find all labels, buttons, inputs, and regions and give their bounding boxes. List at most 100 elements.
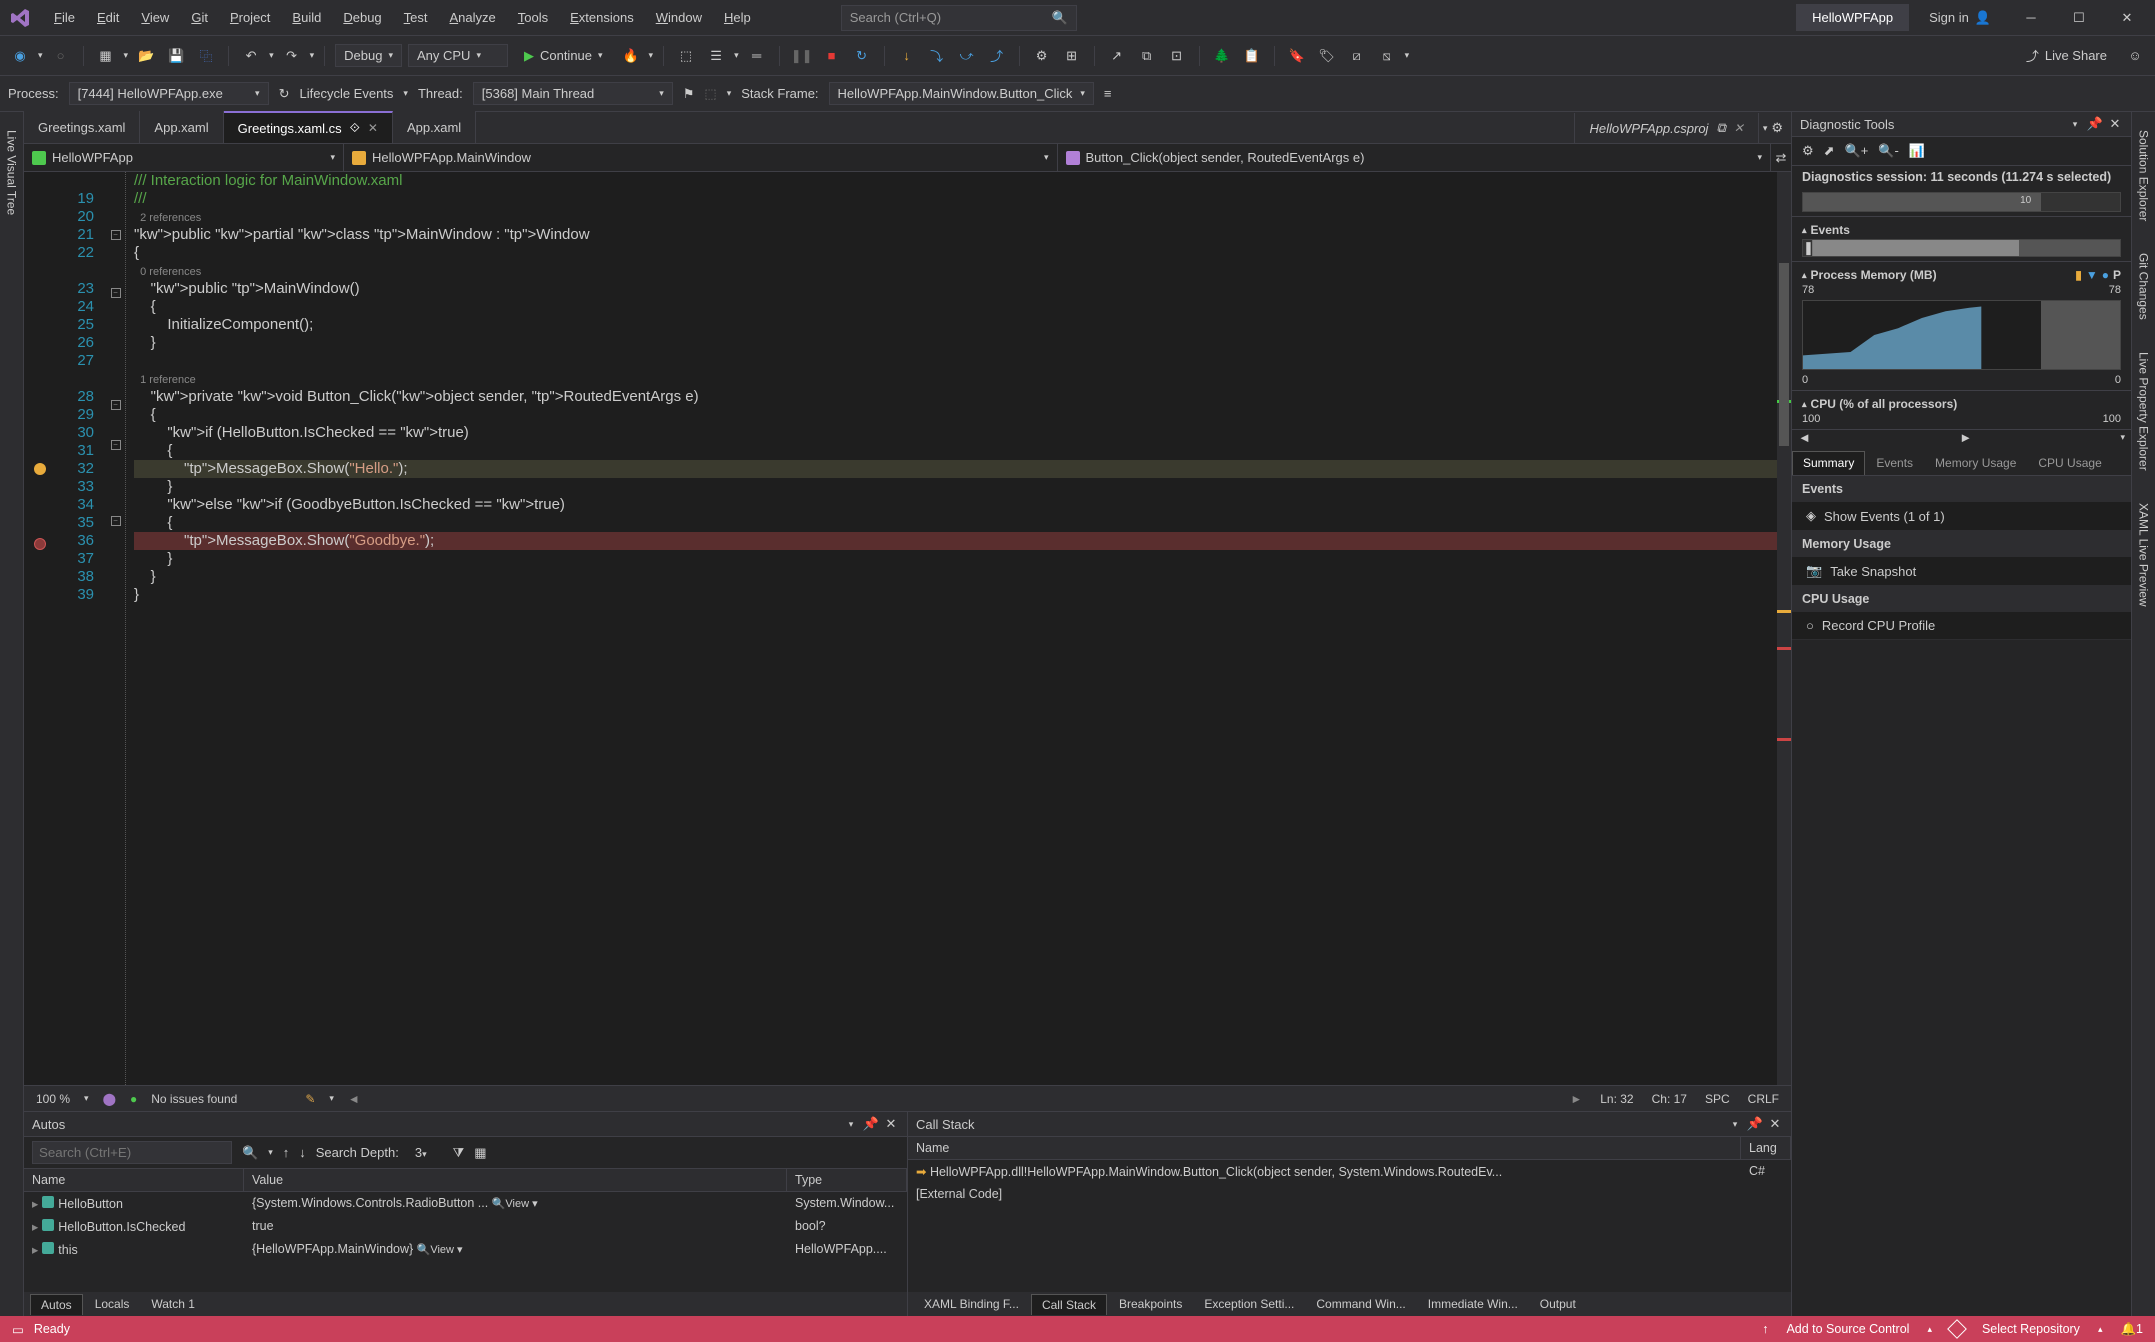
code-line[interactable]: "kw">public "kw">partial "kw">class "tp"…: [134, 226, 1777, 244]
code-line[interactable]: }: [134, 568, 1777, 586]
tool1-icon[interactable]: ⚙: [1030, 44, 1054, 68]
platform-combo[interactable]: Any CPU▾: [408, 44, 508, 67]
step-out-icon[interactable]: ⤴: [985, 44, 1009, 68]
close-tab-icon[interactable]: ✕: [1734, 121, 1744, 135]
h-scroll-left-icon[interactable]: ◄: [348, 1092, 360, 1106]
code-line[interactable]: {: [134, 298, 1777, 316]
bm1-icon[interactable]: 🔖: [1285, 44, 1309, 68]
memory-section-hdr[interactable]: ▴Process Memory (MB)▮▼●P: [1802, 266, 2121, 284]
thread-tool-icon[interactable]: ⬚: [704, 86, 716, 102]
code-line[interactable]: 0 references: [134, 262, 1777, 280]
restart-icon[interactable]: ↻: [850, 44, 874, 68]
pin-icon[interactable]: ⟐: [350, 120, 360, 136]
diag-tab[interactable]: Memory Usage: [1924, 451, 2027, 475]
filter-icon[interactable]: ⧩: [453, 1145, 465, 1161]
eol-indicator[interactable]: CRLF: [1748, 1092, 1779, 1106]
bm3-icon[interactable]: ⧄: [1345, 44, 1369, 68]
code-line[interactable]: ///: [134, 190, 1777, 208]
tool2-icon[interactable]: ⊞: [1060, 44, 1084, 68]
close-icon[interactable]: ✕: [1767, 1116, 1783, 1132]
vertical-scrollbar[interactable]: [1777, 172, 1791, 1085]
code-line[interactable]: }: [134, 334, 1777, 352]
stackframe-combo[interactable]: HelloWPFApp.MainWindow.Button_Click▾: [829, 82, 1094, 105]
menu-tools[interactable]: Tools: [508, 4, 558, 31]
menu-edit[interactable]: Edit: [87, 4, 129, 31]
code-line[interactable]: "kw">else "kw">if (GoodbyeButton.IsCheck…: [134, 496, 1777, 514]
code-line[interactable]: /// Interaction logic for MainWindow.xam…: [134, 172, 1777, 190]
bottom-tab[interactable]: Immediate Win...: [1418, 1294, 1528, 1314]
fold-icon[interactable]: −: [111, 440, 121, 450]
quick-search[interactable]: Search (Ctrl+Q) 🔍: [841, 5, 1077, 31]
tab-overflow-icon[interactable]: ▾: [1763, 123, 1768, 134]
misc-icon[interactable]: ═: [745, 44, 769, 68]
split-icon[interactable]: ⇄: [1771, 144, 1791, 171]
zoom-out-icon[interactable]: 🔍-: [1878, 143, 1899, 159]
maximize-button[interactable]: ☐: [2059, 3, 2099, 33]
grid-icon[interactable]: ▦: [474, 1145, 486, 1161]
lifecycle-label[interactable]: Lifecycle Events: [299, 86, 393, 101]
doc-tab[interactable]: Greetings.xaml: [24, 111, 140, 143]
code-editor[interactable]: 1920212223242526272829303132333435363738…: [24, 172, 1791, 1085]
bottom-tab[interactable]: XAML Binding F...: [914, 1294, 1029, 1314]
thread-combo[interactable]: [5368] Main Thread▾: [473, 82, 673, 105]
diag-tab[interactable]: Summary: [1792, 451, 1865, 475]
code-line[interactable]: {: [134, 514, 1777, 532]
doc-tab[interactable]: Greetings.xaml.cs⟐✕: [224, 111, 393, 143]
bottom-tab[interactable]: Watch 1: [141, 1294, 205, 1314]
zoom-in-icon[interactable]: 🔍+: [1845, 143, 1869, 159]
dropdown-icon[interactable]: ▾: [2067, 116, 2083, 132]
show-events-item[interactable]: ◈Show Events (1 of 1): [1792, 502, 2131, 531]
export-icon[interactable]: ⬈: [1824, 143, 1835, 159]
close-tab-icon[interactable]: ✕: [368, 121, 378, 135]
code-line[interactable]: "kw">if (HelloButton.IsChecked == "kw">t…: [134, 424, 1777, 442]
time-ruler[interactable]: 10: [1802, 192, 2121, 212]
undo-icon[interactable]: ↶: [239, 44, 263, 68]
hot-reload-icon[interactable]: 🔥: [619, 44, 643, 68]
menu-analyze[interactable]: Analyze: [440, 4, 506, 31]
pin-icon[interactable]: 📌: [863, 1116, 879, 1132]
tool5-icon[interactable]: ⊡: [1165, 44, 1189, 68]
step-over-icon[interactable]: ⤻: [955, 44, 979, 68]
zoom-level[interactable]: 100 %: [36, 1092, 70, 1106]
record-cpu-item[interactable]: ○Record CPU Profile: [1792, 612, 2131, 640]
stop-icon[interactable]: ■: [820, 44, 844, 68]
callstack-row[interactable]: [External Code]: [908, 1183, 1791, 1205]
bottom-tab[interactable]: Autos: [30, 1294, 83, 1315]
events-section-hdr[interactable]: ▴Events: [1802, 221, 2121, 239]
nav-back-icon[interactable]: ◉: [8, 44, 32, 68]
output-icon[interactable]: ▭: [12, 1322, 24, 1337]
side-tab[interactable]: Solution Explorer: [2135, 124, 2153, 227]
open-icon[interactable]: 📂: [134, 44, 158, 68]
bottom-tab[interactable]: Locals: [85, 1294, 140, 1314]
source-control-button[interactable]: Add to Source Control: [1786, 1322, 1909, 1336]
code-line[interactable]: 1 reference: [134, 370, 1777, 388]
overflow-icon[interactable]: ≡: [1104, 86, 1112, 101]
side-tab[interactable]: XAML Live Preview: [2135, 497, 2153, 613]
doc-tab[interactable]: App.xaml: [393, 111, 476, 143]
up-icon[interactable]: ↑: [283, 1145, 290, 1160]
bm2-icon[interactable]: 🏷: [1315, 44, 1339, 68]
menu-file[interactable]: File: [44, 4, 85, 31]
code-line[interactable]: [134, 352, 1777, 370]
brush-icon[interactable]: ✎: [305, 1092, 315, 1106]
bottom-tab[interactable]: Command Win...: [1306, 1294, 1415, 1314]
down-icon[interactable]: ↓: [299, 1145, 306, 1160]
minimize-button[interactable]: ─: [2011, 3, 2051, 33]
code-line[interactable]: }: [134, 478, 1777, 496]
autos-row[interactable]: ▸this{HelloWPFApp.MainWindow} 🔍View ▾Hel…: [24, 1238, 907, 1261]
code-line[interactable]: InitializeComponent();: [134, 316, 1777, 334]
code-line[interactable]: "kw">private "kw">void Button_Click("kw"…: [134, 388, 1777, 406]
code-line[interactable]: {: [134, 442, 1777, 460]
select-repo-button[interactable]: Select Repository: [1982, 1322, 2080, 1336]
diag-tab[interactable]: Events: [1865, 451, 1924, 475]
side-tab[interactable]: Git Changes: [2135, 247, 2153, 326]
new-item-icon[interactable]: ▦: [94, 44, 118, 68]
code-line[interactable]: "tp">MessageBox.Show("Hello.");: [134, 460, 1777, 478]
indent-indicator[interactable]: SPC: [1705, 1092, 1730, 1106]
callstack-row[interactable]: ➡ HelloWPFApp.dll!HelloWPFApp.MainWindow…: [908, 1160, 1791, 1183]
h-scroll-right-icon[interactable]: ►: [1570, 1092, 1582, 1106]
flag-icon[interactable]: ⚑: [683, 86, 695, 102]
config-combo[interactable]: Debug▾: [335, 44, 402, 67]
opts-icon[interactable]: ☰: [704, 44, 728, 68]
gear-icon[interactable]: ⚙: [1771, 120, 1783, 136]
